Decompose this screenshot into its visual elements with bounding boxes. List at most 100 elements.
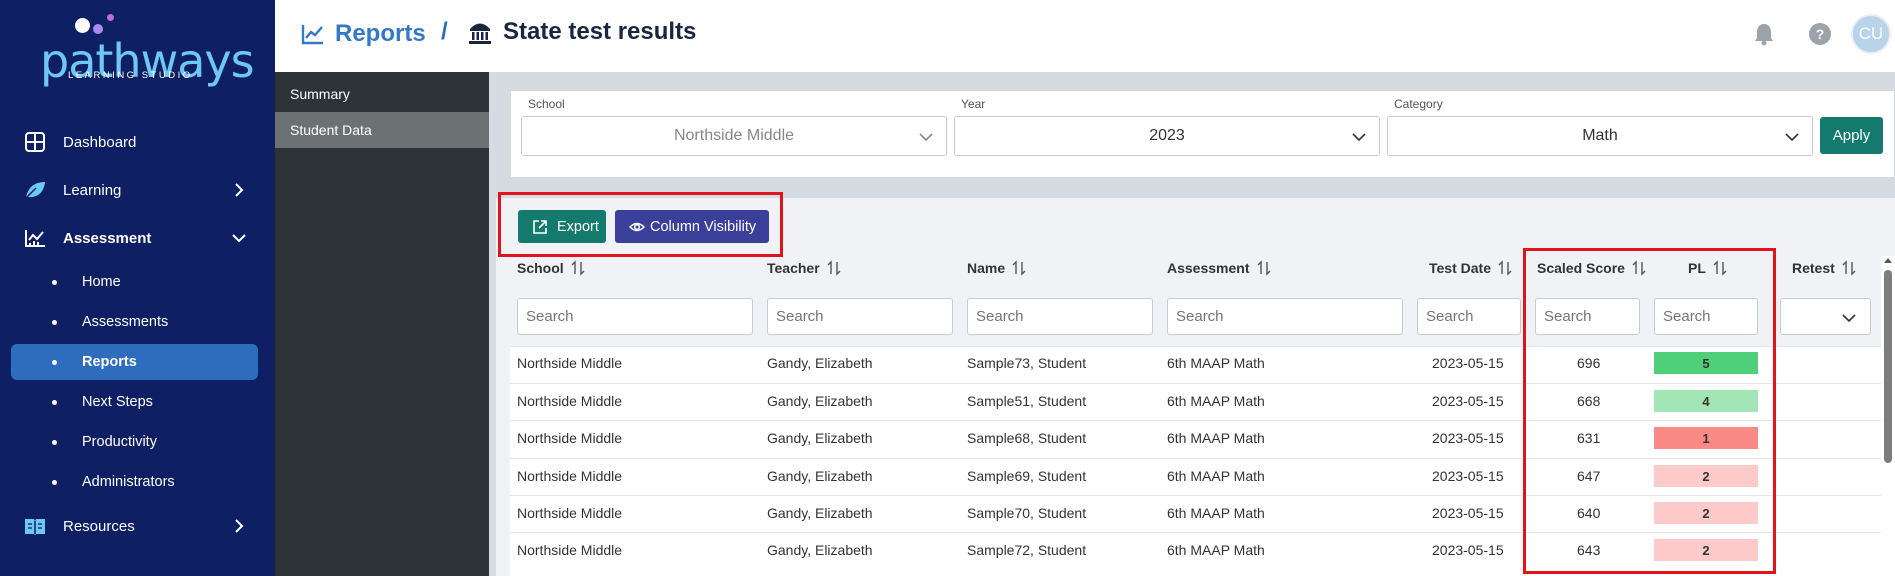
school-filter-label: School (528, 97, 565, 111)
logo-dot (75, 18, 90, 33)
pathways-logo[interactable]: pathways LEARNING STUDIO (40, 14, 255, 88)
sidebar-subitem-productivity[interactable]: Productivity (11, 424, 258, 460)
cell-test-date: 2023-05-15 (1432, 393, 1504, 409)
line-chart-icon (301, 25, 323, 45)
cell-name: Sample70, Student (967, 505, 1087, 521)
column-header-teacher[interactable]: Teacher (767, 260, 842, 276)
column-header-school[interactable]: School (517, 260, 586, 276)
school-select[interactable]: Northside Middle (521, 116, 947, 156)
breadcrumb-root: Reports (335, 20, 426, 47)
cell-school: Northside Middle (517, 355, 623, 371)
highlight-box-score-columns (1523, 248, 1776, 574)
sidebar-subitem-next-steps[interactable]: Next Steps (11, 384, 258, 420)
cell-assessment: 6th MAAP Math (1167, 468, 1265, 484)
retest-filter-select[interactable] (1780, 298, 1871, 335)
bullet-icon (52, 399, 57, 405)
column-header-assessment[interactable]: Assessment (1167, 260, 1272, 276)
cell-school: Northside Middle (517, 468, 623, 484)
sort-icon (1842, 260, 1856, 276)
subnav-item-label: Student Data (290, 122, 372, 138)
book-icon (25, 519, 45, 535)
school-select-value: Northside Middle (673, 127, 795, 144)
cell-assessment: 6th MAAP Math (1167, 355, 1265, 371)
dashboard-icon (25, 132, 45, 152)
bullet-icon (52, 279, 57, 285)
cell-teacher: Gandy, Elizabeth (767, 430, 873, 446)
column-header-test-date[interactable]: Test Date (1429, 260, 1513, 276)
assessment-search-input[interactable] (1167, 298, 1403, 335)
cell-test-date: 2023-05-15 (1432, 430, 1504, 446)
cell-name: Sample69, Student (967, 468, 1087, 484)
name-search-input[interactable] (967, 298, 1153, 335)
cell-test-date: 2023-05-15 (1432, 542, 1504, 558)
top-header: Reports / State test results ? CU (275, 0, 1895, 72)
column-header-label: Teacher (767, 260, 820, 276)
help-icon[interactable]: ? (1808, 22, 1832, 46)
cell-name: Sample73, Student (967, 355, 1087, 371)
bullet-icon (52, 439, 57, 445)
svg-text:?: ? (1816, 26, 1825, 42)
subnav-item-student-data[interactable]: Student Data (275, 112, 489, 148)
column-header-label: School (517, 260, 564, 276)
page-title: State test results (467, 18, 696, 46)
cell-name: Sample51, Student (967, 393, 1087, 409)
chevron-right-icon (235, 519, 244, 533)
sidebar-subitem-label: Administrators (82, 474, 175, 490)
sort-icon (1012, 260, 1026, 276)
apply-button[interactable]: Apply (1820, 117, 1883, 154)
year-select-value: 2023 (1149, 127, 1185, 144)
chevron-down-icon (919, 133, 933, 142)
school-search-input[interactable] (517, 298, 753, 335)
sidebar-subitem-administrators[interactable]: Administrators (11, 464, 258, 500)
chevron-down-icon (1842, 314, 1856, 323)
category-select-value: Math (1582, 127, 1618, 144)
logo-tagline: LEARNING STUDIO (68, 70, 193, 81)
chevron-right-icon (235, 183, 244, 197)
subnav-item-label: Summary (290, 86, 350, 102)
sort-icon (827, 260, 841, 276)
avatar[interactable]: CU (1851, 14, 1891, 54)
category-select[interactable]: Math (1387, 116, 1813, 156)
chevron-down-icon (1785, 133, 1799, 142)
sidebar-item-assessment[interactable]: Assessment (0, 220, 275, 256)
test-date-search-input[interactable] (1417, 298, 1521, 335)
column-header-label: Test Date (1429, 260, 1491, 276)
subnav-item-summary[interactable]: Summary (275, 76, 489, 112)
cell-assessment: 6th MAAP Math (1167, 505, 1265, 521)
cell-teacher: Gandy, Elizabeth (767, 542, 873, 558)
year-filter-label: Year (961, 97, 986, 111)
cell-school: Northside Middle (517, 393, 623, 409)
sidebar-subitem-reports[interactable]: Reports (11, 344, 258, 380)
breadcrumb-reports[interactable]: Reports (301, 18, 426, 50)
cell-assessment: 6th MAAP Math (1167, 393, 1265, 409)
sort-icon (1498, 260, 1512, 276)
cell-name: Sample68, Student (967, 430, 1087, 446)
sidebar-subitem-label: Home (82, 274, 121, 290)
leaf-icon (25, 182, 45, 199)
logo-dot (93, 24, 103, 34)
report-subnav: Summary Student Data (275, 72, 489, 576)
cell-test-date: 2023-05-15 (1432, 505, 1504, 521)
scrollbar-thumb[interactable] (1884, 270, 1892, 463)
sidebar-subitem-label: Productivity (82, 434, 157, 450)
chart-icon (25, 230, 45, 247)
cell-teacher: Gandy, Elizabeth (767, 505, 873, 521)
sidebar-subitem-home[interactable]: Home (11, 264, 258, 300)
institution-icon (469, 23, 491, 44)
cell-teacher: Gandy, Elizabeth (767, 355, 873, 371)
cell-teacher: Gandy, Elizabeth (767, 393, 873, 409)
cell-test-date: 2023-05-15 (1432, 355, 1504, 371)
sort-icon (1257, 260, 1270, 276)
sidebar-item-learning[interactable]: Learning (0, 172, 275, 208)
sidebar-subitem-assessments[interactable]: Assessments (11, 304, 258, 340)
sidebar-item-dashboard[interactable]: Dashboard (0, 124, 275, 160)
sidebar-item-resources[interactable]: Resources (0, 508, 275, 544)
column-header-name[interactable]: Name (967, 260, 1027, 276)
year-select[interactable]: 2023 (954, 116, 1380, 156)
bell-icon[interactable] (1753, 22, 1775, 46)
page-title-text: State test results (503, 18, 697, 45)
sidebar-subitem-label: Assessments (82, 314, 169, 330)
apply-button-label: Apply (1832, 127, 1871, 144)
teacher-search-input[interactable] (767, 298, 953, 335)
column-header-retest[interactable]: Retest (1792, 260, 1857, 276)
